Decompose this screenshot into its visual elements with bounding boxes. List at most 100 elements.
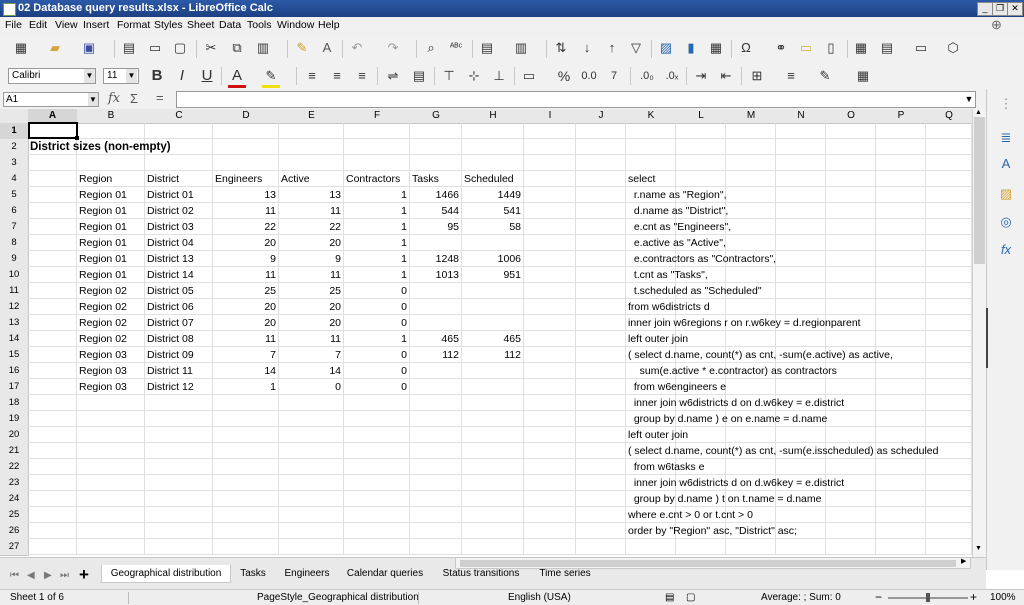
functions-icon[interactable]: fx	[997, 241, 1015, 259]
data-cell[interactable]: District 11	[145, 363, 213, 379]
data-cell[interactable]: 20	[213, 315, 279, 331]
row-header[interactable]: 22	[0, 459, 29, 476]
sheet-grid[interactable]: 1 2 3 4 5 6 7 8 9 10 11 12 13 14 15 16 17 18 19 20 21 22 23 24 2…	[0, 0, 972, 557]
data-cell[interactable]	[462, 363, 524, 379]
data-cell[interactable]: Region 03	[77, 363, 145, 379]
data-cell[interactable]	[410, 299, 462, 315]
row-header[interactable]: 5	[0, 187, 29, 204]
properties-icon[interactable]: ≣	[997, 129, 1015, 147]
vertical-scrollbar[interactable]: ▲ ▼	[972, 109, 986, 557]
data-cell[interactable]: 20	[279, 235, 344, 251]
minimize-button[interactable]: _	[977, 2, 993, 16]
data-cell[interactable]: District 09	[145, 347, 213, 363]
sheet-title-cell[interactable]: District sizes (non-empty)	[28, 139, 278, 155]
row-header[interactable]: 11	[0, 283, 29, 300]
scroll-up-icon[interactable]: ▲	[975, 109, 982, 116]
sql-text-cell[interactable]: d.name as "District",	[626, 203, 956, 219]
data-cell[interactable]: 1	[344, 219, 410, 235]
data-cell[interactable]: District 12	[145, 379, 213, 395]
restore-button[interactable]: ❐	[992, 2, 1008, 16]
data-cell[interactable]: 7	[213, 347, 279, 363]
data-cell[interactable]: 9	[279, 251, 344, 267]
row-header[interactable]: 2	[0, 139, 29, 156]
globe-icon[interactable]: ⊕	[991, 17, 1002, 33]
language[interactable]: English (USA)	[508, 592, 571, 603]
data-cell[interactable]: District 08	[145, 331, 213, 347]
sql-text-cell[interactable]: from w6engineers e	[626, 379, 956, 395]
data-cell[interactable]: 14	[213, 363, 279, 379]
first-sheet-icon[interactable]: ⏮	[10, 570, 19, 581]
data-cell[interactable]: District 06	[145, 299, 213, 315]
sql-text-cell[interactable]: inner join w6regions r on r.w6key = d.re…	[626, 315, 956, 331]
data-cell[interactable]: 0	[344, 347, 410, 363]
data-cell[interactable]: 11	[213, 331, 279, 347]
sql-text-cell[interactable]: r.name as "Region",	[626, 187, 956, 203]
next-sheet-icon[interactable]: ▶	[44, 570, 52, 581]
data-cell[interactable]	[410, 315, 462, 331]
row-header[interactable]: 4	[0, 171, 29, 188]
data-cell[interactable]: 465	[410, 331, 462, 347]
data-cell[interactable]: 1	[344, 187, 410, 203]
row-header[interactable]: 6	[0, 203, 29, 220]
data-cell[interactable]: Region 02	[77, 283, 145, 299]
data-cell[interactable]: District 01	[145, 187, 213, 203]
data-cell[interactable]: 11	[279, 331, 344, 347]
data-cell[interactable]	[462, 299, 524, 315]
data-cell[interactable]: 0	[344, 379, 410, 395]
row-header[interactable]: 24	[0, 491, 29, 508]
data-cell[interactable]	[410, 379, 462, 395]
row-header[interactable]: 7	[0, 219, 29, 236]
sql-text-cell[interactable]: left outer join	[626, 427, 956, 443]
sql-text-cell[interactable]: t.scheduled as "Scheduled"	[626, 283, 956, 299]
row-header[interactable]: 14	[0, 331, 29, 348]
sql-text-cell[interactable]: from w6districts d	[626, 299, 956, 315]
data-cell[interactable]: 11	[279, 267, 344, 283]
row-header[interactable]: 18	[0, 395, 29, 412]
data-cell[interactable]: District 07	[145, 315, 213, 331]
data-cell[interactable]: District 02	[145, 203, 213, 219]
prev-sheet-icon[interactable]: ◀	[27, 570, 35, 581]
data-cell[interactable]: Region 03	[77, 379, 145, 395]
row-header[interactable]: 19	[0, 411, 29, 428]
tab-tasks[interactable]: Tasks	[233, 565, 273, 582]
data-cell[interactable]	[462, 315, 524, 331]
row-header[interactable]: 17	[0, 379, 29, 396]
sql-text-cell[interactable]: left outer join	[626, 331, 956, 347]
styles-icon[interactable]: A	[997, 155, 1015, 173]
data-cell[interactable]: District 03	[145, 219, 213, 235]
sql-text-cell[interactable]: inner join w6districts d on d.w6key = e.…	[626, 395, 956, 411]
sql-text-cell[interactable]: group by d.name ) e on e.name = d.name	[626, 411, 956, 427]
sql-text-cell[interactable]: group by d.name ) t on t.name = d.name	[626, 491, 956, 507]
data-cell[interactable]: Region 01	[77, 203, 145, 219]
sql-text-cell[interactable]: e.active as "Active",	[626, 235, 956, 251]
sql-text-cell[interactable]: ( select d.name, count(*) as cnt, -sum(e…	[626, 347, 956, 363]
row-header[interactable]: 23	[0, 475, 29, 492]
data-cell[interactable]: 1	[344, 251, 410, 267]
tab-calendar-queries[interactable]: Calendar queries	[341, 565, 429, 582]
sql-text-cell[interactable]: e.cnt as "Engineers",	[626, 219, 956, 235]
data-cell[interactable]: 465	[462, 331, 524, 347]
data-cell[interactable]: 20	[279, 315, 344, 331]
row-header[interactable]: 13	[0, 315, 29, 332]
data-cell[interactable]: 95	[410, 219, 462, 235]
horizontal-scroll-thumb[interactable]	[460, 560, 956, 567]
data-cell[interactable]: 1449	[462, 187, 524, 203]
data-cell[interactable]: 1013	[410, 267, 462, 283]
data-cell[interactable]	[462, 379, 524, 395]
data-cell[interactable]: Region 01	[77, 251, 145, 267]
selection-mode-icon[interactable]: ▤	[665, 592, 674, 603]
data-cell[interactable]: 20	[213, 235, 279, 251]
column-label-cell[interactable]: Scheduled	[462, 171, 564, 187]
data-cell[interactable]: 1	[344, 267, 410, 283]
data-cell[interactable]: District 14	[145, 267, 213, 283]
sql-text-cell[interactable]: from w6tasks e	[626, 459, 956, 475]
zoom-in-icon[interactable]: +	[970, 590, 977, 604]
data-cell[interactable]: 112	[462, 347, 524, 363]
selected-cell[interactable]	[28, 122, 78, 139]
zoom-out-icon[interactable]: −	[875, 590, 882, 604]
data-cell[interactable]: 11	[213, 267, 279, 283]
sql-text-cell[interactable]: sum(e.active * e.contractor) as contract…	[626, 363, 956, 379]
data-cell[interactable]: 11	[213, 203, 279, 219]
row-header[interactable]: 26	[0, 523, 29, 540]
data-cell[interactable]: 25	[213, 283, 279, 299]
